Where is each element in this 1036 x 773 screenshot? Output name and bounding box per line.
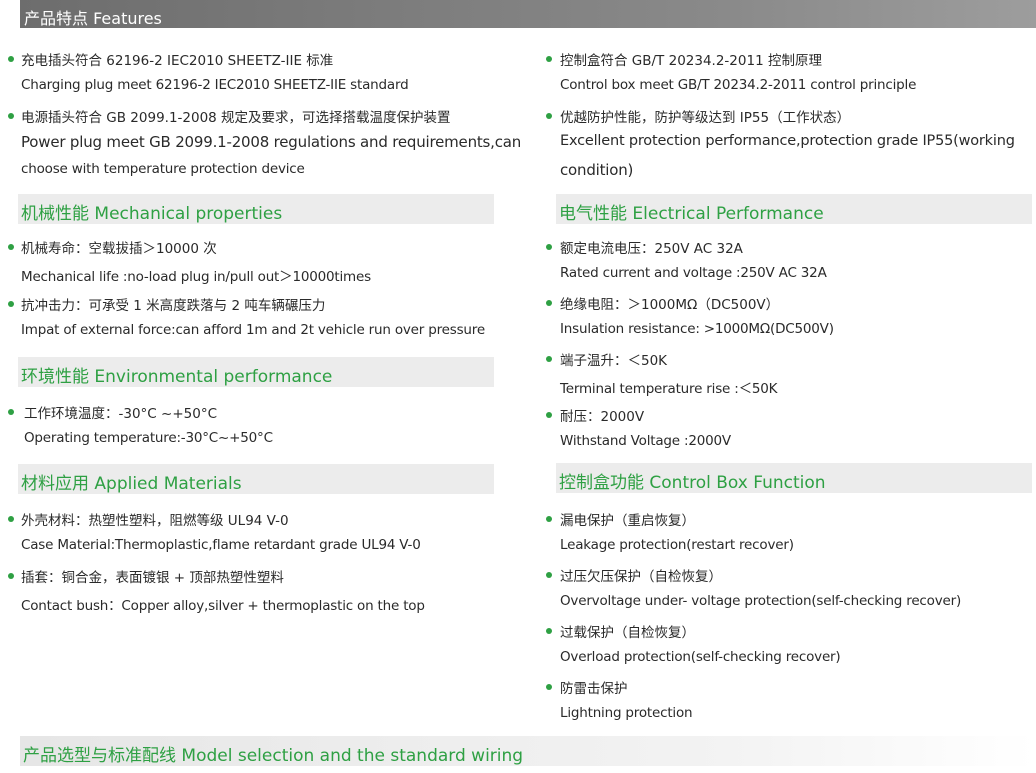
section-header-model-selection: 产品选型与标准配线 Model selection and the standa… [20, 736, 1036, 766]
mechanical-item-zh: 抗冲击力：可承受 1 米高度跌落与 2 吨车辆碾压力 [21, 298, 326, 314]
section-title-model-selection: 产品选型与标准配线 Model selection and the standa… [23, 746, 524, 766]
bullet-icon [546, 684, 552, 690]
electrical-item-zh: 额定电流电压：250V AC 32A [560, 241, 743, 257]
electrical-item-zh: 耐压：2000V [560, 409, 645, 425]
feature-text-en: Power plug meet GB 2099.1-2008 regulatio… [21, 133, 522, 151]
electrical-item-en: Insulation resistance: >1000MΩ(DC500V) [560, 321, 834, 337]
control-item-zh: 漏电保护（重启恢复） [560, 513, 695, 529]
bullet-icon [546, 113, 552, 119]
environmental-item-en: Operating temperature:-30°C~+50°C [24, 430, 273, 446]
environmental-item-zh: 工作环境温度：-30°C ~+50°C [24, 406, 217, 422]
bullet-icon [8, 244, 14, 250]
section-header-control-box: 控制盒功能 Control Box Function [556, 463, 1032, 493]
electrical-item-en: Withstand Voltage :2000V [560, 433, 731, 449]
bullet-icon [546, 356, 552, 362]
mechanical-item-en: Impat of external force:can afford 1m an… [21, 322, 485, 338]
bullet-icon [546, 516, 552, 522]
feature-text-en-cont: choose with temperature protection devic… [21, 161, 305, 177]
feature-text-en: Charging plug meet 62196-2 IEC2010 SHEET… [21, 77, 409, 93]
feature-text-en: Excellent protection performance,protect… [560, 133, 1015, 149]
section-title-control-box: 控制盒功能 Control Box Function [559, 473, 826, 493]
mechanical-item-en: Mechanical life :no-load plug in/pull ou… [21, 269, 371, 285]
section-header-electrical: 电气性能 Electrical Performance [556, 194, 1032, 224]
feature-text-en: Control box meet GB/T 20234.2-2011 contr… [560, 77, 917, 93]
bullet-icon [8, 573, 14, 579]
electrical-item-zh: 端子温升：＜50K [560, 353, 668, 369]
materials-item-en: Case Material:Thermoplastic,flame retard… [21, 537, 421, 553]
section-header-materials: 材料应用 Applied Materials [18, 464, 494, 494]
bullet-icon [8, 113, 14, 119]
control-item-zh: 过载保护（自检恢复） [560, 625, 695, 641]
control-item-zh: 防雷击保护 [560, 681, 628, 697]
feature-text-zh: 充电插头符合 62196-2 IEC2010 SHEETZ-IIE 标准 [21, 53, 334, 69]
section-title-environmental: 环境性能 Environmental performance [21, 367, 333, 387]
bullet-icon [546, 628, 552, 634]
section-title-materials: 材料应用 Applied Materials [21, 474, 242, 494]
bullet-icon [546, 300, 552, 306]
bullet-icon [8, 516, 14, 522]
bullet-icon [546, 244, 552, 250]
feature-text-zh: 控制盒符合 GB/T 20234.2-2011 控制原理 [560, 53, 822, 69]
control-item-en: Overload protection(self-checking recove… [560, 649, 841, 665]
feature-text-zh: 优越防护性能，防护等级达到 IP55（工作状态） [560, 110, 851, 126]
bullet-icon [546, 572, 552, 578]
control-item-zh: 过压欠压保护（自检恢复） [560, 569, 722, 585]
section-header-mechanical: 机械性能 Mechanical properties [18, 194, 494, 224]
section-header-environmental: 环境性能 Environmental performance [18, 357, 494, 387]
materials-item-en: Contact bush：Copper alloy,silver + therm… [21, 598, 425, 614]
control-item-en: Lightning protection [560, 705, 693, 721]
feature-text-zh: 电源插头符合 GB 2099.1-2008 规定及要求，可选择搭载温度保护装置 [21, 110, 451, 126]
feature-text-en-cont: condition) [560, 161, 634, 179]
bullet-icon [8, 409, 14, 415]
materials-item-zh: 插套：铜合金，表面镀银 + 顶部热塑性塑料 [21, 570, 284, 586]
features-header-title: 产品特点 Features [24, 9, 162, 28]
bullet-icon [546, 412, 552, 418]
materials-item-zh: 外壳材料：热塑性塑料，阻燃等级 UL94 V-0 [21, 513, 289, 529]
bullet-icon [8, 301, 14, 307]
electrical-item-en: Rated current and voltage :250V AC 32A [560, 265, 827, 281]
mechanical-item-zh: 机械寿命：空载拔插＞10000 次 [21, 241, 217, 257]
electrical-item-zh: 绝缘电阻：＞1000MΩ（DC500V） [560, 297, 780, 313]
section-title-mechanical: 机械性能 Mechanical properties [21, 204, 283, 224]
section-title-electrical: 电气性能 Electrical Performance [559, 204, 824, 224]
electrical-item-en: Terminal temperature rise :＜50K [560, 381, 778, 397]
control-item-en: Leakage protection(restart recover) [560, 537, 794, 553]
bullet-icon [8, 56, 14, 62]
features-header-bar: 产品特点 Features [20, 0, 1036, 28]
bullet-icon [546, 56, 552, 62]
control-item-en: Overvoltage under- voltage protection(se… [560, 593, 962, 609]
